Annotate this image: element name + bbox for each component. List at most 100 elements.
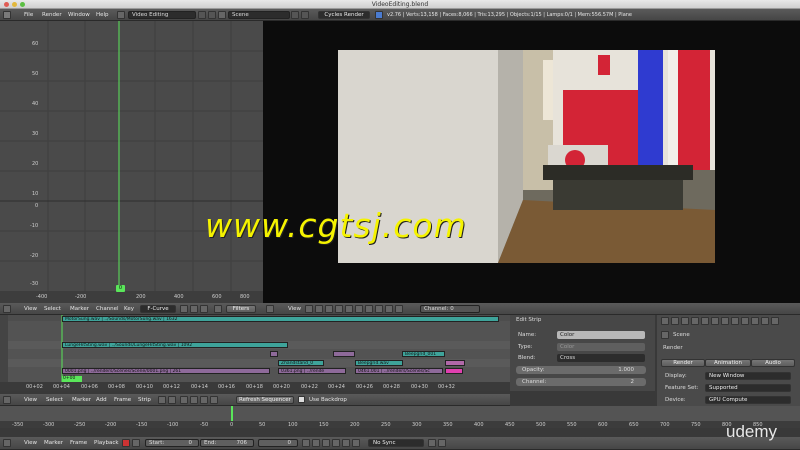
paste-icon[interactable] (210, 396, 218, 404)
menu-select[interactable]: Select (44, 306, 61, 312)
screen-layout-icon[interactable] (117, 11, 125, 19)
sequencer-strip[interactable]: LungeHitSting.wav | ../Sounds/LungeHitSt… (62, 342, 288, 348)
view-type-icon[interactable] (305, 305, 313, 313)
properties-scene-icon[interactable] (681, 317, 689, 325)
scene-field[interactable]: Scene (228, 11, 290, 19)
properties-modifiers-icon[interactable] (721, 317, 729, 325)
menu-help[interactable]: Help (96, 12, 109, 18)
properties-render-icon[interactable] (661, 317, 669, 325)
show-errors-icon[interactable] (200, 305, 208, 313)
sequencer-strip[interactable] (445, 368, 463, 374)
device-select[interactable]: GPU Compute (705, 396, 791, 404)
jump-start-icon[interactable] (302, 439, 310, 447)
properties-particles-icon[interactable] (761, 317, 769, 325)
preview-mode-icon[interactable] (345, 305, 353, 313)
display-mode-icon[interactable] (315, 305, 323, 313)
menu-key[interactable]: Key (124, 306, 134, 312)
properties-material-icon[interactable] (741, 317, 749, 325)
sequencer-strip[interactable]: MotorSung.wav | ../Sounds/MotorSung.wav … (62, 316, 499, 322)
delete-screen-icon[interactable] (208, 11, 216, 19)
menu-marker[interactable]: Marker (44, 440, 63, 446)
render-engine-select[interactable]: Cycles Render (318, 11, 370, 19)
add-scene-icon[interactable] (291, 11, 299, 19)
menu-add[interactable]: Add (96, 397, 107, 403)
sequencer-strip[interactable]: Zhandstand_0 (278, 360, 324, 366)
delete-scene-icon[interactable] (301, 11, 309, 19)
sequencer-strip[interactable] (333, 351, 355, 357)
record-icon[interactable] (122, 439, 130, 447)
overlay-icon[interactable] (180, 396, 188, 404)
menu-strip[interactable]: Strip (138, 397, 151, 403)
menu-view[interactable]: View (24, 306, 37, 312)
keying-set-icon[interactable] (438, 439, 446, 447)
current-time-badge[interactable]: 0+00 (62, 376, 82, 382)
properties-constraints-icon[interactable] (711, 317, 719, 325)
blend-select[interactable]: Cross (557, 354, 645, 362)
menu-render[interactable]: Render (42, 12, 62, 18)
only-selected-icon[interactable] (180, 305, 188, 313)
channel-slider[interactable]: Channel: 2 (516, 378, 646, 386)
current-frame-field[interactable]: 0 (258, 439, 298, 447)
strip-name-field[interactable]: Color (557, 331, 645, 339)
view-type-icon[interactable] (158, 396, 166, 404)
show-hidden-icon[interactable] (190, 305, 198, 313)
sequencer-strip[interactable]: 0001.png | ../renders/Scenes/Scene/0001.… (62, 368, 270, 374)
properties-physics-icon[interactable] (771, 317, 779, 325)
graph-editor[interactable]: -400 -200 200 400 600 800 60 50 40 30 20… (0, 21, 263, 303)
refresh-sequencer-button[interactable]: Refresh Sequencer (236, 396, 294, 404)
menu-select[interactable]: Select (46, 397, 63, 403)
play-icon[interactable] (332, 439, 340, 447)
copy-icon[interactable] (200, 396, 208, 404)
start-frame-field[interactable]: Start: 0 (145, 439, 199, 447)
menu-view[interactable]: View (24, 397, 37, 403)
editor-type-icon[interactable] (3, 305, 11, 313)
zoom-icon[interactable] (375, 305, 383, 313)
lock-icon[interactable] (395, 305, 403, 313)
sequencer-strip[interactable] (270, 351, 278, 357)
add-screen-icon[interactable] (198, 11, 206, 19)
graph-mode-select[interactable]: F-Curve (140, 305, 176, 313)
overlay-icon[interactable] (325, 305, 333, 313)
properties-layers-icon[interactable] (671, 317, 679, 325)
display-select[interactable]: New Window (705, 372, 791, 380)
safe-areas-icon[interactable] (335, 305, 343, 313)
keying-icon[interactable] (132, 439, 140, 447)
timeline-editor[interactable]: -350 -300 -250 -200 -150 -100 -50 0 50 1… (0, 406, 800, 428)
menu-view[interactable]: View (288, 306, 301, 312)
sequencer-preview[interactable] (263, 21, 800, 303)
filters-button[interactable]: Filters (226, 305, 256, 313)
current-frame-badge[interactable]: 0 (116, 285, 125, 292)
render-section-title[interactable]: Render (663, 345, 683, 351)
keyframe-only-icon[interactable] (428, 439, 436, 447)
editor-type-icon[interactable] (3, 11, 11, 19)
sequencer-strip[interactable]: 0461.001 | ../renders/Scenes/Sc (355, 368, 443, 374)
sequencer-strip[interactable]: 0361.png | ../rende (278, 368, 346, 374)
editor-type-icon[interactable] (3, 396, 11, 404)
snap-icon[interactable] (190, 396, 198, 404)
fit-icon[interactable] (385, 305, 393, 313)
jump-end-icon[interactable] (352, 439, 360, 447)
featureset-select[interactable]: Supported (705, 384, 791, 392)
menu-frame[interactable]: Frame (70, 440, 87, 446)
menu-window[interactable]: Window (68, 12, 90, 18)
sequencer-strip[interactable] (445, 360, 465, 366)
properties-world-icon[interactable] (691, 317, 699, 325)
menu-playback[interactable]: Playback (94, 440, 119, 446)
display-mode-icon[interactable] (168, 396, 176, 404)
edit-strip-title[interactable]: Edit Strip (516, 317, 541, 323)
scene-icon[interactable] (218, 11, 226, 19)
sequencer-strip[interactable]: Beepgrid.wav (355, 360, 403, 366)
end-frame-field[interactable]: End: 706 (200, 439, 254, 447)
menu-file[interactable]: File (24, 12, 33, 18)
properties-data-icon[interactable] (731, 317, 739, 325)
sequencer-editor[interactable]: MotorSung.wav | ../Sounds/MotorSung.wav … (0, 315, 510, 391)
channel-field[interactable]: Channel: 0 (420, 305, 480, 313)
sync-select[interactable]: No Sync (368, 439, 424, 447)
play-reverse-icon[interactable] (322, 439, 330, 447)
screen-layout-field[interactable]: Video Editing (128, 11, 196, 19)
next-key-icon[interactable] (342, 439, 350, 447)
menu-view[interactable]: View (24, 440, 37, 446)
menu-marker[interactable]: Marker (72, 397, 91, 403)
filter-icon[interactable] (214, 305, 222, 313)
menu-channel[interactable]: Channel (96, 306, 119, 312)
